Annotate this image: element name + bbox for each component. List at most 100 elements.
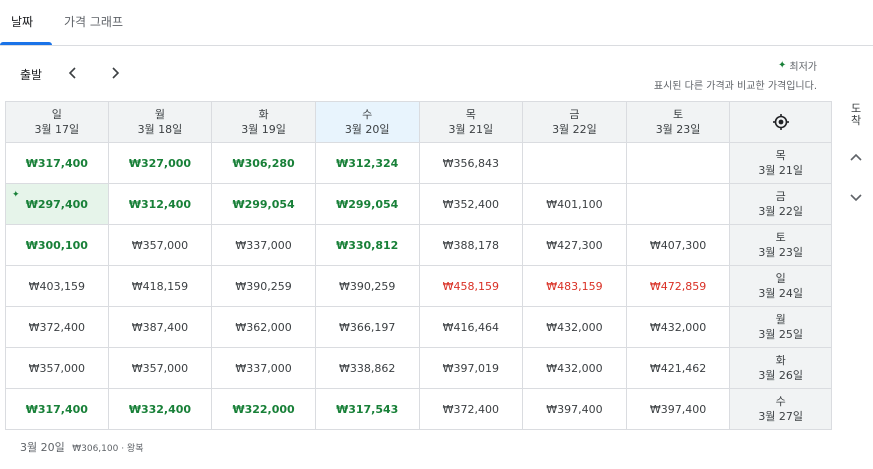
price-cell[interactable]: ₩332,400 [108, 389, 213, 430]
row-date: 3월 22일 [758, 205, 804, 218]
price-cell[interactable]: ₩388,178 [419, 225, 524, 266]
price-cell[interactable]: ₩327,000 [108, 143, 213, 184]
row-day: 금 [775, 190, 786, 203]
column-day: 일 [51, 108, 62, 121]
tab-dates[interactable]: 날짜 [11, 13, 33, 30]
price-cell[interactable]: ₩317,400 [6, 143, 109, 184]
row-date: 3월 21일 [758, 164, 804, 177]
row-header: 수 3월 27일 [730, 389, 832, 430]
selected-price: ₩306,100 · 왕복 [72, 444, 144, 454]
price-value: ₩312,324 [336, 156, 399, 170]
price-cell[interactable]: ₩403,159 [6, 266, 109, 307]
price-value: ₩390,259 [235, 279, 292, 293]
price-cell[interactable]: ₩397,400 [523, 389, 627, 430]
price-value: ₩407,300 [649, 238, 707, 252]
price-value: ₩388,178 [442, 238, 499, 252]
price-cell[interactable]: ₩312,400 [108, 184, 213, 225]
price-cell[interactable]: ₩317,543 [315, 389, 420, 430]
price-cell[interactable]: ₩372,400 [419, 389, 524, 430]
price-cell[interactable]: ₩338,862 [315, 348, 420, 389]
price-cell[interactable]: ₩407,300 [626, 225, 731, 266]
row-header: 화 3월 26일 [730, 348, 832, 389]
price-value: ₩418,159 [131, 279, 189, 293]
price-cell[interactable]: ₩472,859 [626, 266, 731, 307]
price-cell[interactable]: ₩306,280 [212, 143, 316, 184]
column-date: 3월 17일 [34, 123, 80, 136]
price-value: ₩397,019 [442, 361, 499, 375]
row-date: 3월 26일 [758, 369, 804, 382]
column-header: 화 3월 19일 [212, 102, 316, 143]
price-cell[interactable]: ₩337,000 [212, 348, 316, 389]
price-cell[interactable]: ₩330,812 [315, 225, 420, 266]
column-day: 수 [362, 108, 373, 121]
price-cell[interactable]: ₩427,300 [523, 225, 627, 266]
price-cell[interactable]: ₩397,019 [419, 348, 524, 389]
row-day: 월 [775, 313, 786, 326]
price-cell[interactable]: ₩421,462 [626, 348, 731, 389]
column-date: 3월 20일 [344, 123, 390, 136]
price-cell[interactable]: ₩372,400 [6, 307, 109, 348]
price-cell[interactable]: ₩299,054 [315, 184, 420, 225]
column-day: 월 [154, 108, 165, 121]
price-cell[interactable]: ₩458,159 [419, 266, 524, 307]
price-value: ₩300,100 [25, 238, 88, 252]
empty-price-cell [626, 184, 731, 225]
table-row: ₩357,000 ₩357,000 ₩337,000 ₩338,862 ₩397,019… [6, 348, 832, 389]
price-value: ₩299,054 [232, 197, 295, 211]
price-cell[interactable]: ✦ ₩297,400 [6, 184, 109, 225]
price-cell[interactable]: ₩432,000 [626, 307, 731, 348]
price-value: ₩387,400 [131, 320, 189, 334]
price-cell[interactable]: ₩362,000 [212, 307, 316, 348]
price-cell[interactable]: ₩356,843 [419, 143, 524, 184]
table-row: ₩300,100 ₩357,000 ₩337,000 ₩330,812 ₩388,178… [6, 225, 832, 266]
departure-label: 출발 [20, 68, 43, 82]
column-header: 금 3월 22일 [523, 102, 627, 143]
column-header: 토 3월 23일 [626, 102, 731, 143]
tab-price-graph[interactable]: 가격 그래프 [64, 13, 123, 30]
price-cell[interactable]: ₩337,000 [212, 225, 316, 266]
price-value: ₩401,100 [546, 197, 603, 211]
price-cell[interactable]: ₩418,159 [108, 266, 213, 307]
price-cell[interactable]: ₩432,000 [523, 307, 627, 348]
price-cell[interactable]: ₩432,000 [523, 348, 627, 389]
price-cell[interactable]: ₩352,400 [419, 184, 524, 225]
next-week-button[interactable] [104, 62, 126, 84]
price-value: ₩416,464 [442, 320, 499, 334]
price-cell[interactable]: ₩322,000 [212, 389, 316, 430]
table-row: ₩317,400 ₩332,400 ₩322,000 ₩317,543 ₩372,400… [6, 389, 832, 430]
price-cell[interactable]: ₩387,400 [108, 307, 213, 348]
empty-price-cell [626, 143, 731, 184]
row-date: 3월 24일 [758, 287, 804, 300]
price-cell[interactable]: ₩390,259 [315, 266, 420, 307]
row-day: 일 [775, 272, 786, 285]
price-cell[interactable]: ₩299,054 [212, 184, 316, 225]
price-cell[interactable]: ₩390,259 [212, 266, 316, 307]
price-value: ₩403,159 [28, 279, 85, 293]
price-cell[interactable]: ₩312,324 [315, 143, 420, 184]
price-value: ₩322,000 [232, 402, 295, 416]
price-cell[interactable]: ₩357,000 [108, 225, 213, 266]
price-cell[interactable]: ₩397,400 [626, 389, 731, 430]
price-cell[interactable]: ₩317,400 [6, 389, 109, 430]
next-return-button[interactable] [846, 188, 866, 208]
price-value: ₩337,000 [235, 238, 292, 252]
price-cell[interactable]: ₩357,000 [108, 348, 213, 389]
price-cell[interactable]: ₩416,464 [419, 307, 524, 348]
price-value: ₩397,400 [649, 402, 707, 416]
row-day: 화 [775, 354, 786, 367]
chevron-right-icon [112, 67, 120, 79]
price-value: ₩357,000 [131, 238, 189, 252]
price-value: ₩483,159 [546, 279, 603, 293]
price-cell[interactable]: ₩366,197 [315, 307, 420, 348]
price-value: ₩357,000 [28, 361, 85, 375]
price-value: ₩330,812 [336, 238, 399, 252]
table-row: ✦ ₩297,400 ₩312,400 ₩299,054 ₩299,054 ₩352,40… [6, 184, 832, 225]
row-day: 토 [775, 231, 786, 244]
price-cell[interactable]: ₩357,000 [6, 348, 109, 389]
price-cell[interactable]: ₩401,100 [523, 184, 627, 225]
prev-return-button[interactable] [846, 147, 866, 167]
price-cell[interactable]: ₩483,159 [523, 266, 627, 307]
table-row: ₩403,159 ₩418,159 ₩390,259 ₩390,259 ₩458,159… [6, 266, 832, 307]
prev-week-button[interactable] [62, 62, 84, 84]
price-cell[interactable]: ₩300,100 [6, 225, 109, 266]
